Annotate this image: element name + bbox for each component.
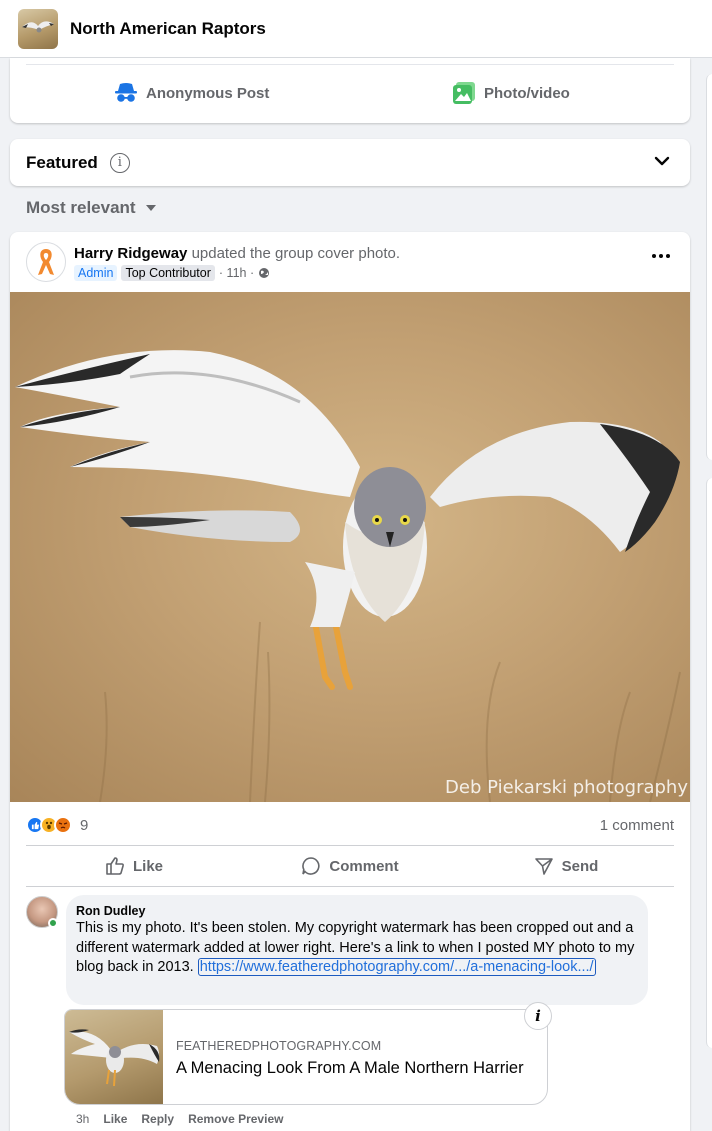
reaction-summary[interactable]: 9 <box>26 816 88 834</box>
like-button[interactable]: Like <box>26 846 242 886</box>
caret-down-icon <box>145 205 156 211</box>
post-action-bar: Like Comment Send <box>26 845 674 887</box>
comment-author[interactable]: Ron Dudley <box>76 904 638 918</box>
post-action-text: updated the group cover photo. <box>191 245 401 262</box>
comment-meta: 3h Like Reply Remove Preview <box>76 1112 283 1126</box>
comment-link[interactable]: https://www.featheredphotography.com/...… <box>197 958 596 976</box>
globe-icon <box>259 268 270 278</box>
comment-icon <box>302 857 320 875</box>
comment-label: Comment <box>329 857 399 875</box>
post-card: Harry Ridgeway updated the group cover p… <box>10 232 690 1131</box>
featured-section[interactable]: Featured i <box>10 139 690 186</box>
more-options-icon[interactable] <box>652 254 670 258</box>
photo-video-button[interactable]: Photo/video <box>452 76 570 110</box>
post-header-line: Harry Ridgeway updated the group cover p… <box>74 245 400 262</box>
group-header: North American Raptors <box>0 0 712 58</box>
group-thumbnail[interactable] <box>18 8 58 49</box>
comment-like-link[interactable]: Like <box>103 1112 127 1126</box>
admin-badge[interactable]: Admin <box>74 265 118 281</box>
link-preview[interactable]: FEATHEREDPHOTOGRAPHY.COM A Menacing Look… <box>64 1009 548 1105</box>
ribbon-icon <box>38 249 54 275</box>
featured-title: Featured <box>26 152 98 172</box>
preview-domain: FEATHEREDPHOTOGRAPHY.COM <box>176 1039 382 1053</box>
info-icon[interactable]: i <box>109 152 130 173</box>
comment-button[interactable]: Comment <box>242 846 458 886</box>
post-author[interactable]: Harry Ridgeway <box>74 245 187 262</box>
author-avatar[interactable] <box>26 242 66 282</box>
anonymous-post-label: Anonymous Post <box>146 84 270 102</box>
author-badges: Admin Top Contributor · 11h · <box>74 265 270 281</box>
comment-time[interactable]: 3h <box>76 1112 89 1126</box>
photo-video-label: Photo/video <box>484 84 570 102</box>
right-panel-edge-lower <box>706 478 712 1048</box>
photo-watermark: Deb Piekarski photography <box>445 777 688 798</box>
sort-dropdown[interactable]: Most relevant <box>26 198 156 218</box>
preview-thumbnail <box>65 1010 163 1104</box>
angry-reaction-icon <box>54 816 72 834</box>
remove-preview-link[interactable]: Remove Preview <box>188 1112 283 1126</box>
group-name[interactable]: North American Raptors <box>70 19 266 39</box>
comment-bubble: Ron Dudley This is my photo. It's been s… <box>66 895 648 1005</box>
preview-title: A Menacing Look From A Male Northern Har… <box>176 1059 524 1077</box>
photo-icon <box>453 82 475 104</box>
top-contributor-badge[interactable]: Top Contributor <box>121 265 215 281</box>
right-panel-edge <box>706 74 712 460</box>
sort-label: Most relevant <box>26 198 136 217</box>
comment-text: This is my photo. It's been stolen. My c… <box>76 919 638 978</box>
online-status-dot <box>48 918 58 928</box>
chevron-down-icon[interactable] <box>654 153 670 169</box>
send-icon <box>534 858 553 875</box>
comment-count[interactable]: 1 comment <box>600 817 674 834</box>
send-button[interactable]: Send <box>458 846 674 886</box>
post-timestamp[interactable]: · 11h · <box>219 266 254 280</box>
incognito-icon <box>115 83 137 102</box>
comment-reply-link[interactable]: Reply <box>141 1112 174 1126</box>
like-label: Like <box>132 857 163 875</box>
preview-info-icon[interactable]: i <box>524 1002 552 1030</box>
composer-divider <box>26 64 674 65</box>
anonymous-post-button[interactable]: Anonymous Post <box>114 76 269 110</box>
thumbs-up-icon <box>106 857 124 875</box>
harrier-illustration <box>15 350 681 802</box>
reaction-count: 9 <box>80 816 89 834</box>
cover-photo[interactable]: Deb Piekarski photography <box>10 292 690 802</box>
send-label: Send <box>561 857 599 875</box>
post-composer: Anonymous Post Photo/video <box>10 58 690 123</box>
